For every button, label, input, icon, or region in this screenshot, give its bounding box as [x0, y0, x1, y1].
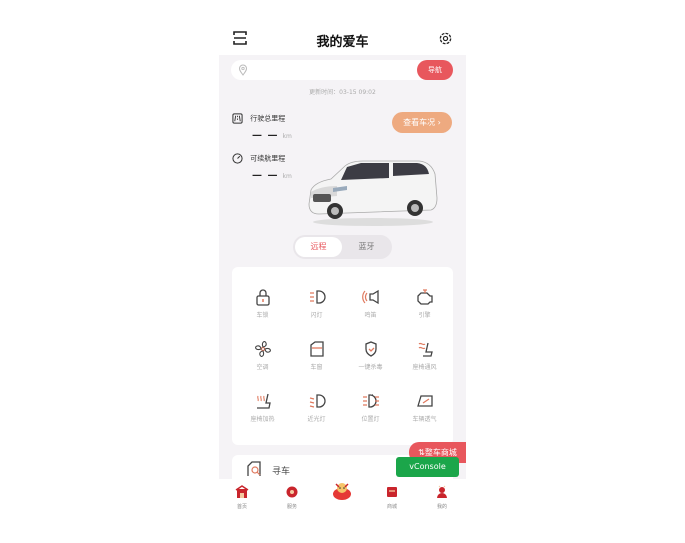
road-icon	[232, 113, 243, 124]
car-vent-icon	[416, 395, 433, 407]
range-unit: km	[282, 173, 292, 180]
location-bar[interactable]: 导航	[231, 60, 453, 80]
top-bar: 我的爱车	[219, 23, 466, 55]
control-position-light[interactable]: 位置灯	[343, 391, 398, 423]
control-lock[interactable]: 车锁	[235, 287, 290, 319]
find-car-label: 寻车	[272, 467, 291, 477]
control-seat-heating[interactable]: 座椅加热	[235, 391, 290, 423]
seat-ventilation-icon	[418, 342, 433, 357]
shield-icon	[364, 341, 377, 357]
control-low-beam[interactable]: 近光灯	[289, 391, 344, 423]
total-mileage-unit: km	[282, 133, 292, 140]
range-mileage: 可续航里程 — — km	[232, 153, 292, 181]
position-light-icon	[362, 394, 379, 408]
flash-light-icon	[309, 290, 326, 304]
tab-bluetooth[interactable]: 蓝牙	[343, 237, 390, 257]
total-mileage-label: 行驶总里程	[250, 114, 286, 123]
remote-control-panel: 车锁 闪灯 鸣笛 引擎 空调 车窗 一键杀毒 座椅通风 座椅加热 近光灯 位置灯…	[232, 267, 453, 445]
home-icon	[235, 485, 249, 498]
update-time: 更新时间：03-15 09:02	[309, 89, 376, 96]
location-pin-icon	[238, 64, 248, 76]
range-label: 可续航里程	[250, 154, 286, 163]
control-window[interactable]: 车窗	[289, 339, 344, 371]
engine-icon	[416, 289, 433, 305]
gear-icon[interactable]	[438, 31, 453, 46]
page-title: 我的爱车	[316, 35, 369, 50]
control-disinfect[interactable]: 一键杀毒	[343, 339, 398, 371]
service-icon	[286, 486, 298, 498]
profile-icon	[437, 485, 447, 498]
car-window-icon	[309, 341, 324, 357]
connection-mode-toggle: 远程 蓝牙	[293, 235, 392, 259]
control-engine[interactable]: 引擎	[397, 287, 452, 319]
tab-service[interactable]: 服务	[272, 485, 312, 510]
control-horn[interactable]: 鸣笛	[343, 287, 398, 319]
total-mileage: 行驶总里程 — — km	[232, 113, 292, 141]
range-value: — —	[252, 170, 279, 181]
tab-remote[interactable]: 远程	[295, 237, 342, 257]
car-image	[308, 160, 438, 226]
tab-mall[interactable]: 商城	[372, 485, 412, 510]
view-car-status-button[interactable]: 查看车况 ›	[392, 112, 452, 133]
control-flash-light[interactable]: 闪灯	[289, 287, 344, 319]
mall-icon	[387, 487, 397, 497]
bottom-tab-bar: 首页 服务 商城 我的	[219, 479, 466, 520]
control-ac[interactable]: 空调	[235, 339, 290, 371]
tab-mascot[interactable]	[322, 483, 362, 507]
control-car-vent[interactable]: 车辆透气	[397, 391, 452, 423]
seat-heating-icon	[256, 393, 271, 409]
gauge-icon	[232, 153, 243, 164]
phone-screen: 我的爱车 导航 更新时间：03-15 09:02 行驶总里程 — — km 可续航…	[219, 23, 466, 520]
total-mileage-value: — —	[252, 130, 279, 141]
fan-icon	[254, 341, 271, 357]
navigate-button[interactable]: 导航	[417, 60, 453, 80]
tab-profile[interactable]: 我的	[422, 485, 462, 510]
control-seat-ventilation[interactable]: 座椅通风	[397, 339, 452, 371]
lock-icon	[255, 289, 270, 306]
find-car-icon	[247, 461, 261, 476]
horn-icon	[361, 289, 379, 305]
vconsole-button[interactable]: vConsole	[396, 457, 459, 477]
mascot-icon	[333, 483, 351, 500]
tab-home[interactable]: 首页	[222, 485, 262, 510]
low-beam-icon	[309, 394, 326, 408]
